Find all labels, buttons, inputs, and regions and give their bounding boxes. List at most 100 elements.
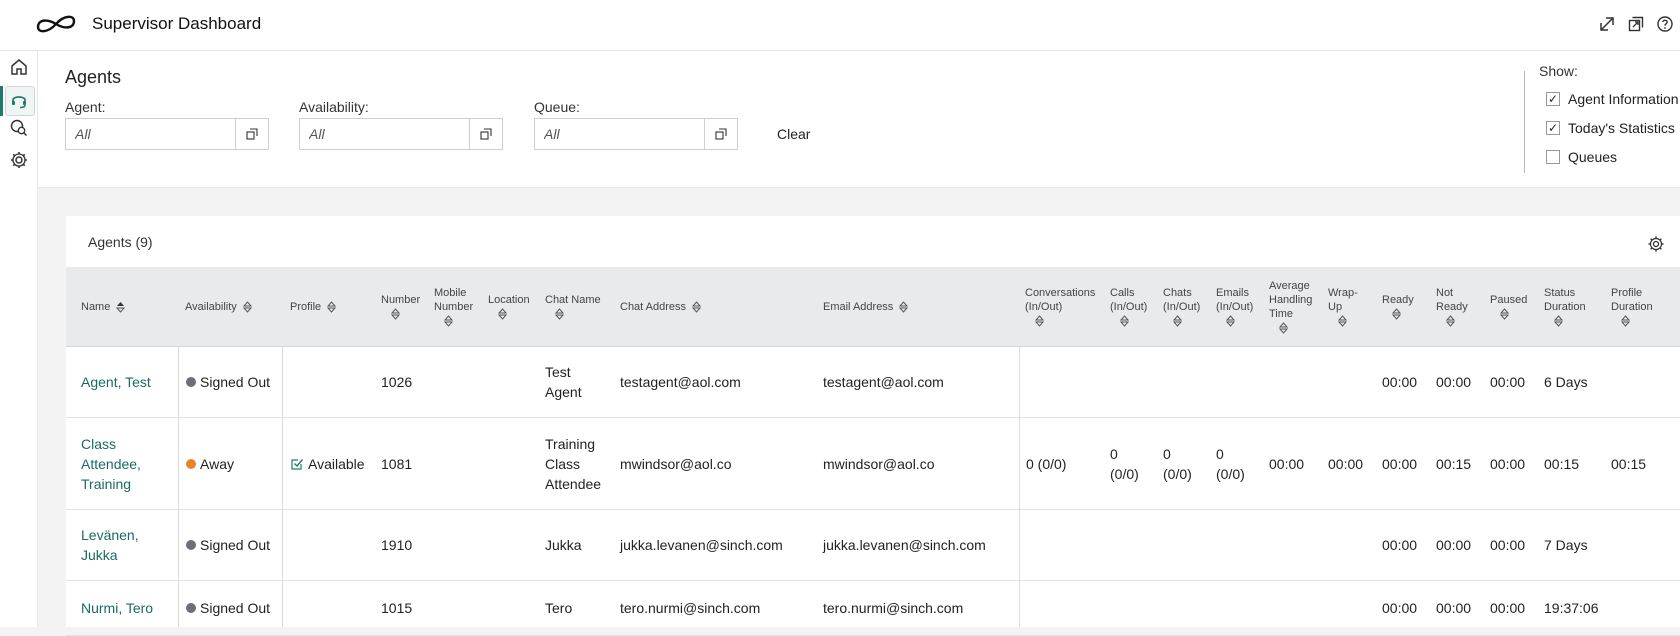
col-header-location[interactable]: Location [488,267,530,346]
col-header-profile[interactable]: Profile [290,267,337,346]
agent-name-link[interactable]: Levänen, Jukka [81,510,139,580]
queue-filter-label: Queue: [534,99,580,115]
col-header-name[interactable]: Name [81,267,126,346]
col-header-calls[interactable]: Calls (In/Out) [1110,267,1147,346]
sort-icon [498,308,507,320]
table-row[interactable]: Nurmi, Tero Signed Out 1015 Tero tero.nu… [66,581,1680,636]
conversations-cell: 0 (0/0) [1026,455,1067,472]
col-header-mobile-number[interactable]: Mobile Number [434,267,473,346]
col-header-average-handling-time[interactable]: Average Handling Time [1269,267,1312,346]
sort-icon [692,300,702,313]
email-address-cell: mwindsor@aol.co [823,455,935,472]
app-title: Supervisor Dashboard [92,14,262,33]
chat-address-cell: mwindsor@aol.co [620,455,732,472]
sort-icon [242,300,252,313]
chat-name-cell: Jukka [545,537,582,553]
popout-icon[interactable] [1598,15,1616,33]
new-window-icon[interactable] [1627,15,1645,33]
calls-cell: 0 (0/0) [1110,445,1139,482]
sort-icon [1446,315,1455,327]
table-row[interactable]: Agent, Test Signed Out 1026 Test Agent te… [66,347,1680,418]
col-header-status-duration[interactable]: Status Duration [1544,267,1586,346]
sort-icon [391,308,400,320]
agent-filter-label: Agent: [65,99,106,115]
col-header-chat-address[interactable]: Chat Address [620,267,702,346]
select-icon [246,128,258,140]
show-todays-statistics[interactable]: ✓ Today's Statistics [1546,118,1675,138]
show-queues[interactable]: Queues [1546,147,1617,167]
col-header-chat-name[interactable]: Chat Name [545,267,601,346]
top-bar: Supervisor Dashboard [0,0,1680,51]
sort-icon [1226,315,1235,327]
availability-filter [299,118,503,150]
agent-name-link[interactable]: Class Attendee, Training [81,418,141,509]
checkbox-checked[interactable]: ✓ [1546,121,1560,135]
col-header-wrap-up[interactable]: Wrap- Up [1328,267,1358,346]
sinch-logo [36,15,76,33]
checkbox-checked[interactable]: ✓ [1546,92,1560,106]
table-row[interactable]: Levänen, Jukka Signed Out 1910 Jukka jukk… [66,510,1680,581]
col-header-ready[interactable]: Ready [1382,267,1414,346]
status-dot-signed-out [186,540,196,550]
number-cell: 1081 [381,455,413,472]
agents-table-title: Agents (9) [88,234,153,250]
agent-filter-input[interactable] [66,119,236,149]
checkbox-unchecked[interactable] [1546,150,1560,164]
col-header-chats[interactable]: Chats (In/Out) [1163,267,1200,346]
number-cell: 1026 [381,374,413,390]
availability-filter-picker-button[interactable] [469,119,502,149]
col-header-availability[interactable]: Availability [185,267,252,346]
col-header-number[interactable]: Number [381,267,420,346]
col-header-emails[interactable]: Emails (In/Out) [1216,267,1253,346]
availability-filter-input[interactable] [300,119,470,149]
status-duration-cell: 7 Days [1544,537,1588,553]
help-icon[interactable] [1656,15,1674,33]
sort-icon [1392,308,1401,320]
agent-filter-picker-button[interactable] [235,119,268,149]
agents-table-card: Agents (9) Name Availability Profile Num… [66,216,1680,636]
profile-duration-cell: 00:15 [1611,455,1647,472]
sort-icon [116,301,126,313]
agent-search-icon[interactable] [8,117,30,139]
paused-cell: 00:00 [1490,455,1526,472]
nav-item-agents[interactable] [0,86,36,116]
sort-icon [1621,315,1630,327]
queue-filter-input[interactable] [535,119,705,149]
sort-icon [1120,315,1129,327]
filter-panel: Agents Agent: Availability: Queue: Clear… [38,51,1680,188]
ready-cell: 00:00 [1382,374,1418,390]
settings-icon[interactable] [8,149,30,171]
column-divider [178,346,179,627]
side-nav [0,51,38,627]
show-agent-information[interactable]: ✓ Agent Information [1546,89,1679,109]
status-dot-signed-out [186,603,196,613]
email-address-cell: testagent@aol.com [823,374,944,390]
sort-icon [1035,315,1044,327]
active-indicator [0,86,3,116]
chat-address-cell: jukka.levanen@sinch.com [620,537,783,553]
not-ready-cell: 00:00 [1436,374,1472,390]
col-header-not-ready[interactable]: Not Ready [1436,267,1468,346]
chats-cell: 0 (0/0) [1163,445,1192,482]
col-header-conversations[interactable]: Conversations (In/Out) [1025,267,1095,346]
availability-cell: Signed Out [186,347,270,417]
paused-cell: 00:00 [1490,537,1526,553]
gear-icon[interactable] [1647,235,1665,253]
col-header-paused[interactable]: Paused [1490,267,1527,346]
show-label: Show: [1539,63,1578,79]
clear-filters-button[interactable]: Clear [777,126,810,142]
ready-cell: 00:00 [1382,537,1418,553]
table-row[interactable]: Class Attendee, Training Away Available 10… [66,418,1680,510]
status-duration-cell: 6 Days [1544,374,1588,390]
queue-filter-picker-button[interactable] [704,119,737,149]
home-icon[interactable] [8,56,30,78]
number-cell: 1910 [381,537,413,553]
col-header-email-address[interactable]: Email Address [823,267,909,346]
col-header-profile-duration[interactable]: Profile Duration [1611,267,1653,346]
agent-name-link[interactable]: Agent, Test [81,347,151,417]
agent-filter [65,118,269,150]
availability-cell: Signed Out [186,510,270,580]
check-square-icon [291,458,304,470]
show-divider [1524,71,1525,173]
sort-icon [327,300,337,313]
